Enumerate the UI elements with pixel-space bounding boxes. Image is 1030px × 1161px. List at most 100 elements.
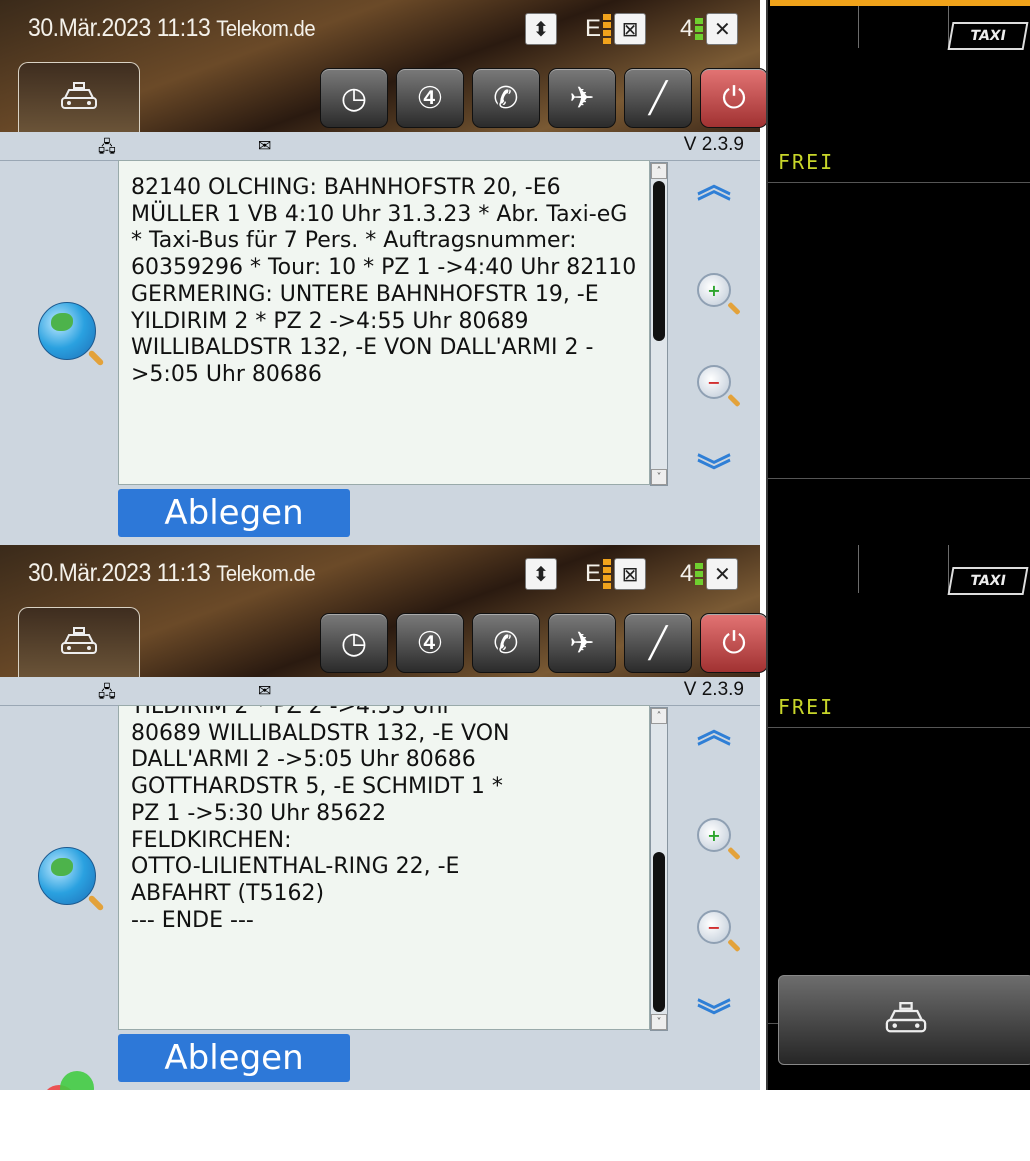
tools-button[interactable]: ╱ <box>624 613 692 673</box>
page-up-button[interactable]: ︽ <box>692 709 736 753</box>
right-separator <box>858 0 859 48</box>
status-frei: FREI <box>778 150 835 174</box>
mail-icon: ✉ <box>258 136 272 155</box>
double-chevron-up-icon: ︽ <box>697 711 731 751</box>
network-letter: E <box>585 560 602 587</box>
screwdriver-icon: ╱ <box>648 80 668 116</box>
screwdriver-icon: ╱ <box>648 625 668 661</box>
taxi-tab[interactable] <box>18 607 140 678</box>
satellite-count: 4 <box>680 560 694 587</box>
color-circles-icon[interactable] <box>38 1067 102 1090</box>
clock-button[interactable]: ◷ <box>320 68 388 128</box>
power-button[interactable]: ⏻ <box>700 68 768 128</box>
status-operator: Telekom.de <box>216 16 316 41</box>
taxi-car-icon <box>61 627 97 654</box>
screen-bottom: 30.Mär.2023 11:13 Telekom.de ⬍ E ⊠ 4 ✕ ◷ <box>0 545 1030 1090</box>
network-computers-icon: 🖧 <box>98 682 116 701</box>
taxi-car-button[interactable] <box>778 975 1030 1065</box>
panel-header: 🖧 ✉ V 2.3.9 <box>0 677 760 706</box>
status-operator: Telekom.de <box>216 561 316 586</box>
four-icon: ④ <box>416 625 444 661</box>
network-letter: E <box>585 15 602 42</box>
gps-indicator: ⬍ <box>525 557 557 591</box>
phone-button[interactable]: ✆ <box>472 613 540 673</box>
satellite-button[interactable]: ✈ <box>548 613 616 673</box>
scroll-up-arrow-icon[interactable]: ˄ <box>651 163 667 179</box>
scroll-thumb[interactable] <box>653 181 665 341</box>
four-button[interactable]: ④ <box>396 68 464 128</box>
scroll-down-arrow-icon[interactable]: ˅ <box>651 469 667 485</box>
taxi-car-icon <box>61 82 97 109</box>
gold-strip <box>770 0 1030 6</box>
status-datetime-operator: 30.Mär.2023 11:13 Telekom.de <box>28 14 316 43</box>
page-up-button[interactable]: ︽ <box>692 164 736 208</box>
power-button[interactable]: ⏻ <box>700 613 768 673</box>
taxi-tab[interactable] <box>18 62 140 133</box>
toolbar: ◷ ④ ✆ ✈ ╱ ⏻ <box>320 613 768 673</box>
double-chevron-down-icon: ︾ <box>697 997 731 1037</box>
zoom-out-icon: − <box>697 365 731 399</box>
mail-icon: ✉ <box>258 681 272 700</box>
page-down-button[interactable]: ︾ <box>692 450 736 494</box>
panel-header: 🖧 ✉ V 2.3.9 <box>0 132 760 161</box>
four-button[interactable]: ④ <box>396 613 464 673</box>
signal-bars-icon <box>603 559 612 589</box>
scroll-up-arrow-icon[interactable]: ˄ <box>651 708 667 724</box>
zoom-in-button[interactable]: + <box>692 268 736 312</box>
screen-top: 30.Mär.2023 11:13 Telekom.de ⬍ E ⊠ 4 ✕ ◷ <box>0 0 1030 545</box>
message-box[interactable]: 82140 OLCHING: BAHNHOFSTR 20, -E6 MÜLLER… <box>118 160 650 485</box>
globe-search-icon[interactable] <box>38 847 96 905</box>
power-icon: ⏻ <box>722 80 746 116</box>
right-divider <box>768 182 1030 183</box>
satellite-icon: ✈ <box>569 625 595 661</box>
ablegen-button[interactable]: Ablegen <box>118 1034 350 1082</box>
page-down-button[interactable]: ︾ <box>692 995 736 1039</box>
clock-button[interactable]: ◷ <box>320 613 388 673</box>
clock-icon: ◷ <box>340 625 368 661</box>
zoom-out-button[interactable]: − <box>692 905 736 949</box>
tools-button[interactable]: ╱ <box>624 68 692 128</box>
antenna-icon: ⬍ <box>525 558 557 590</box>
left-pane: 30.Mär.2023 11:13 Telekom.de ⬍ E ⊠ 4 ✕ ◷ <box>0 0 768 545</box>
double-chevron-down-icon: ︾ <box>697 452 731 492</box>
message-text: YILDIRIM 2 * PZ 2 ->4:55 Uhr 80689 WILLI… <box>131 705 510 933</box>
satellite-status-icon: ✕ <box>706 558 739 590</box>
satellite-indicator: 4 ✕ <box>680 12 739 46</box>
message-panel: 🖧 ✉ V 2.3.9 82140 OLCHING: BAHNHOFSTR 20… <box>0 132 760 545</box>
message-box[interactable]: YILDIRIM 2 * PZ 2 ->4:55 Uhr 80689 WILLI… <box>118 705 650 1030</box>
zoom-out-button[interactable]: − <box>692 360 736 404</box>
globe-search-icon[interactable] <box>38 302 96 360</box>
ablegen-button[interactable]: Ablegen <box>118 489 350 537</box>
phone-button[interactable]: ✆ <box>472 68 540 128</box>
toolbar: ◷ ④ ✆ ✈ ╱ ⏻ <box>320 68 768 128</box>
phone-icon: ✆ <box>493 625 519 661</box>
four-icon: ④ <box>416 80 444 116</box>
zoom-in-icon: + <box>697 273 731 307</box>
zoom-in-button[interactable]: + <box>692 813 736 857</box>
no-signal-icon: ⊠ <box>614 13 647 45</box>
taxi-badge[interactable]: TAXI <box>947 22 1029 50</box>
network-indicator: E ⊠ <box>585 557 647 591</box>
message-scrollbar[interactable]: ˄ ˅ <box>650 162 668 486</box>
scroll-thumb[interactable] <box>653 852 665 1012</box>
scroll-down-arrow-icon[interactable]: ˅ <box>651 1014 667 1030</box>
message-scrollbar[interactable]: ˄ ˅ <box>650 707 668 1031</box>
satellite-status-icon: ✕ <box>706 13 739 45</box>
message-text: 82140 OLCHING: BAHNHOFSTR 20, -E6 MÜLLER… <box>131 175 644 387</box>
double-chevron-up-icon: ︽ <box>697 166 731 206</box>
left-pane: 30.Mär.2023 11:13 Telekom.de ⬍ E ⊠ 4 ✕ ◷ <box>0 545 768 1090</box>
no-signal-icon: ⊠ <box>614 558 647 590</box>
antenna-icon: ⬍ <box>525 13 557 45</box>
clock-icon: ◷ <box>340 80 368 116</box>
satellite-count: 4 <box>680 15 694 42</box>
status-frei: FREI <box>778 695 835 719</box>
phone-icon: ✆ <box>493 80 519 116</box>
network-indicator: E ⊠ <box>585 12 647 46</box>
network-computers-icon: 🖧 <box>98 137 116 156</box>
gps-indicator: ⬍ <box>525 12 557 46</box>
right-divider <box>768 478 1030 479</box>
taxi-car-icon <box>885 1002 927 1033</box>
satellite-indicator: 4 ✕ <box>680 557 739 591</box>
taxi-badge[interactable]: TAXI <box>947 567 1029 595</box>
satellite-button[interactable]: ✈ <box>548 68 616 128</box>
